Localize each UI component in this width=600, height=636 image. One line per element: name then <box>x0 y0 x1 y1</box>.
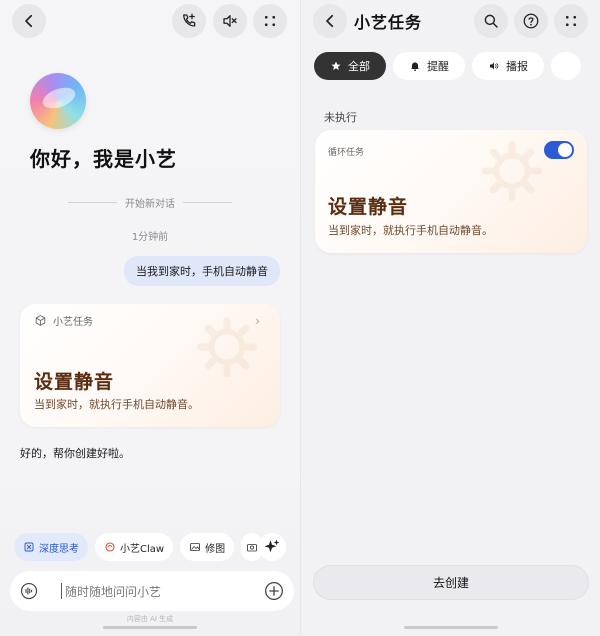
chevron-right-icon: › <box>255 314 260 328</box>
back-arrow-icon <box>25 14 33 28</box>
task-card-title: 设置静音 <box>328 196 409 218</box>
camera-icon <box>247 544 258 552</box>
repeat-task-label: 循环任务 <box>328 148 365 158</box>
search-icon <box>484 14 498 28</box>
phone-add-icon <box>183 13 196 27</box>
section-heading: 未执行 <box>324 111 357 124</box>
gear-decoration-icon <box>196 316 258 378</box>
cube-icon <box>35 315 46 326</box>
new-conversation-divider: 开始新对话 <box>68 195 232 210</box>
task-card-header-label: 小艺任务 <box>53 317 93 328</box>
assistant-avatar <box>30 73 86 129</box>
quick-chips: 深度思考 小艺Claw 修图 <box>14 533 264 561</box>
back-arrow-icon <box>326 14 334 28</box>
chat-panel: 你好，我是小艺 开始新对话 1分钟前 当我到家时，手机自动静音 小艺任务 › 设… <box>0 0 300 636</box>
divider-line <box>183 202 232 203</box>
voice-wave-icon[interactable] <box>20 582 38 600</box>
gear-decoration-icon <box>481 140 543 202</box>
back-button[interactable] <box>12 4 46 38</box>
call-button[interactable] <box>172 4 206 38</box>
chip-image-edit[interactable]: 修图 <box>180 533 235 561</box>
bell-icon <box>411 62 419 72</box>
mute-button[interactable] <box>213 4 247 38</box>
star-icon <box>331 61 341 70</box>
four-dots-icon <box>264 15 276 27</box>
ai-generated-note: 内容由 AI 生成 <box>126 615 174 623</box>
tab-label: 全部 <box>348 60 370 73</box>
task-card-description: 当到家时，就执行手机自动静音。 <box>34 398 199 411</box>
task-card[interactable]: 循环任务 设置静音 当到家时，就执行手机自动静音。 <box>315 130 587 253</box>
tasks-panel: 小艺任务 全部 提醒 播报 未执行 循环任务 设置静音 当到家时，就执行手机自动… <box>300 0 600 636</box>
plus-circle-icon[interactable] <box>264 581 284 601</box>
chip-claw[interactable]: 小艺Claw <box>95 533 174 561</box>
user-message-bubble: 当我到家时，手机自动静音 <box>124 256 280 286</box>
task-card-header: 小艺任务 <box>34 313 93 328</box>
tab-label: 播报 <box>506 60 528 73</box>
chip-label: 修图 <box>205 543 226 555</box>
tab-broadcast[interactable]: 播报 <box>472 52 544 80</box>
image-edit-icon <box>190 543 201 551</box>
timestamp: 1分钟前 <box>131 232 169 243</box>
task-card-description: 当到家时，就执行手机自动静音。 <box>328 224 493 237</box>
create-task-button[interactable]: 去创建 <box>313 565 589 600</box>
page-title: 小艺任务 <box>354 13 423 32</box>
deep-think-icon <box>24 542 34 552</box>
home-indicator[interactable] <box>404 626 498 629</box>
tab-label: 提醒 <box>427 60 449 73</box>
task-toggle[interactable] <box>544 141 574 159</box>
chat-input-bar[interactable]: 随时随地问问小艺 <box>10 571 294 611</box>
new-conversation-label: 开始新对话 <box>125 199 175 210</box>
more-button[interactable] <box>554 4 588 38</box>
four-dots-icon <box>565 15 577 27</box>
sparkle-button[interactable] <box>258 533 286 561</box>
tab-more-partial[interactable] <box>551 52 581 80</box>
divider-line <box>68 202 117 203</box>
task-card-title: 设置静音 <box>34 371 115 393</box>
speaker-mute-icon <box>223 15 237 27</box>
speaker-icon <box>490 62 499 70</box>
sparkle-icon <box>264 539 280 553</box>
more-button[interactable] <box>253 4 287 38</box>
tab-reminders[interactable]: 提醒 <box>393 52 465 80</box>
chat-input-placeholder[interactable]: 随时随地问问小艺 <box>65 583 161 600</box>
chip-label: 深度思考 <box>39 543 79 555</box>
task-card[interactable]: 小艺任务 › 设置静音 当到家时，就执行手机自动静音。 <box>20 304 280 427</box>
home-indicator[interactable] <box>103 626 197 629</box>
help-button[interactable] <box>514 4 548 38</box>
claw-icon <box>105 542 115 552</box>
text-caret <box>61 583 62 599</box>
chip-deep-think[interactable]: 深度思考 <box>14 533 88 561</box>
chip-label: 小艺Claw <box>120 543 165 555</box>
tab-all[interactable]: 全部 <box>314 52 386 80</box>
help-icon <box>523 13 539 29</box>
greeting-title: 你好，我是小艺 <box>30 147 177 171</box>
filter-tabs: 全部 提醒 播报 <box>314 52 581 80</box>
back-button[interactable] <box>313 4 347 38</box>
assistant-reply: 好的，帮你创建好啦。 <box>20 447 130 460</box>
search-button[interactable] <box>474 4 508 38</box>
